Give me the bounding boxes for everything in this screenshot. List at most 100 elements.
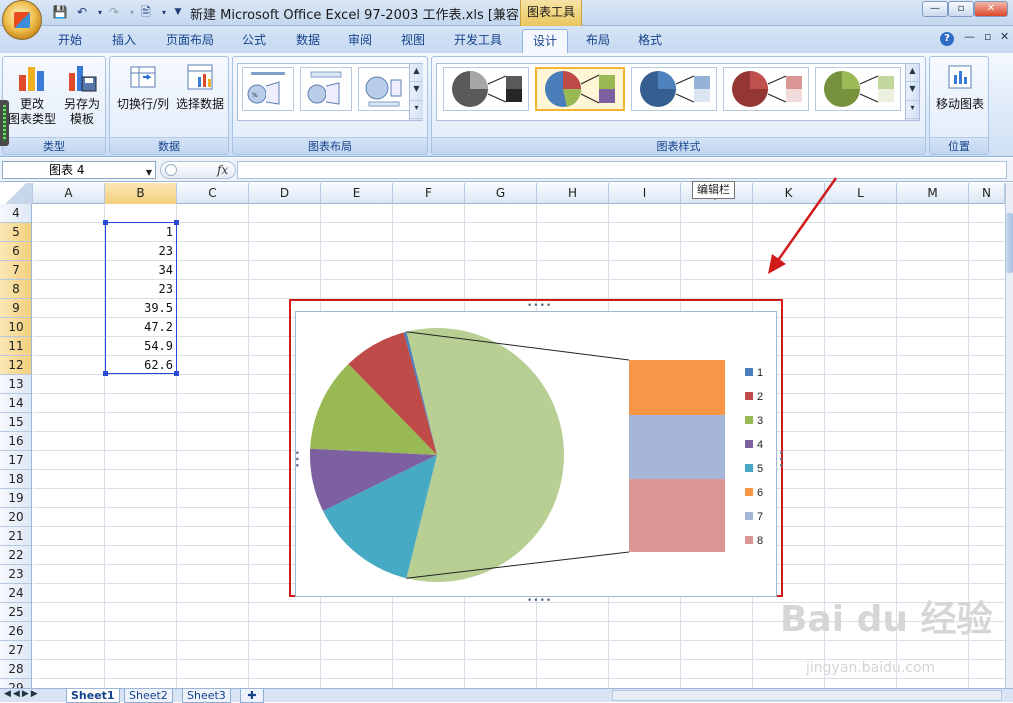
- chart-resize-handle-top[interactable]: ••••: [527, 301, 552, 311]
- chart-style-gallery-scroll[interactable]: ▲ ▼ ▾: [905, 64, 919, 120]
- row-header[interactable]: 26: [0, 622, 31, 641]
- row-header[interactable]: 10: [0, 318, 31, 337]
- row-header[interactable]: 7: [0, 261, 31, 280]
- row-header[interactable]: 29: [0, 679, 31, 688]
- save-as-template-button[interactable]: 另存为 模板: [57, 59, 107, 127]
- chart-resize-handle-bottom[interactable]: ••••: [527, 596, 552, 606]
- row-header[interactable]: 6: [0, 242, 31, 261]
- switch-row-column-button[interactable]: 切换行/列: [112, 59, 174, 112]
- tab-developer[interactable]: 开发工具: [446, 31, 510, 51]
- column-header[interactable]: N: [969, 183, 1005, 204]
- gallery-more-icon[interactable]: ▾: [410, 101, 423, 120]
- tab-layout[interactable]: 布局: [578, 31, 618, 51]
- column-header[interactable]: G: [465, 183, 537, 204]
- bar-segment-7[interactable]: [629, 415, 725, 480]
- tab-format[interactable]: 格式: [630, 31, 670, 51]
- tab-design[interactable]: 设计: [522, 29, 568, 53]
- sheet-tab[interactable]: Sheet1: [66, 689, 120, 703]
- chart-style-5[interactable]: [815, 67, 901, 111]
- name-box[interactable]: 图表 4 ▼: [2, 161, 156, 179]
- close-button[interactable]: ✕: [974, 1, 1008, 17]
- ribbon-close-icon[interactable]: ✕: [1000, 30, 1009, 43]
- name-box-dropdown-icon[interactable]: ▼: [146, 165, 152, 181]
- row-header[interactable]: 16: [0, 432, 31, 451]
- column-header[interactable]: H: [537, 183, 609, 204]
- chart-resize-handle-left[interactable]: •••: [291, 450, 301, 469]
- row-header[interactable]: 12: [0, 356, 31, 375]
- move-chart-button[interactable]: 移动图表: [932, 59, 988, 112]
- column-header[interactable]: E: [321, 183, 393, 204]
- style-scroll-up-icon[interactable]: ▲: [906, 64, 919, 83]
- column-header[interactable]: D: [249, 183, 321, 204]
- row-header[interactable]: 21: [0, 527, 31, 546]
- row-header[interactable]: 22: [0, 546, 31, 565]
- tab-data[interactable]: 数据: [288, 31, 328, 51]
- select-data-button[interactable]: 选择数据: [172, 59, 228, 112]
- chart-resize-handle-right[interactable]: •••: [775, 450, 785, 469]
- row-header[interactable]: 8: [0, 280, 31, 299]
- insert-sheet-icon[interactable]: ✚: [240, 689, 264, 703]
- formula-input[interactable]: [237, 161, 1007, 179]
- row-header[interactable]: 28: [0, 660, 31, 679]
- column-header[interactable]: C: [177, 183, 249, 204]
- restore-button[interactable]: ▫: [948, 1, 974, 17]
- select-all-button[interactable]: [0, 183, 33, 204]
- insert-function-button[interactable]: fx: [217, 163, 228, 177]
- row-header[interactable]: 14: [0, 394, 31, 413]
- gallery-scroll-down-icon[interactable]: ▼: [410, 82, 423, 101]
- chart-style-1[interactable]: [443, 67, 529, 111]
- row-header[interactable]: 11: [0, 337, 31, 356]
- row-header[interactable]: 15: [0, 413, 31, 432]
- column-header[interactable]: A: [33, 183, 105, 204]
- row-header[interactable]: 9: [0, 299, 31, 318]
- undo-icon[interactable]: ↶: [74, 5, 90, 20]
- row-header[interactable]: 4: [0, 204, 31, 223]
- chart-layout-1[interactable]: %: [242, 67, 294, 111]
- print-preview-icon[interactable]: 🖹: [138, 5, 154, 20]
- customize-quick-access-icon[interactable]: ▼: [170, 5, 186, 20]
- chart-layout-2[interactable]: [300, 67, 352, 111]
- redo-icon[interactable]: ↷: [106, 5, 122, 20]
- row-header[interactable]: 24: [0, 584, 31, 603]
- style-scroll-down-icon[interactable]: ▼: [906, 82, 919, 101]
- range-handle[interactable]: [174, 371, 179, 376]
- tab-review[interactable]: 审阅: [340, 31, 380, 51]
- chart-layout-gallery-scroll[interactable]: ▲ ▼ ▾: [409, 64, 423, 120]
- range-handle[interactable]: [103, 220, 108, 225]
- range-handle[interactable]: [103, 371, 108, 376]
- row-header[interactable]: 17: [0, 451, 31, 470]
- bar-segment-6[interactable]: [629, 360, 725, 416]
- row-header[interactable]: 20: [0, 508, 31, 527]
- row-header[interactable]: 25: [0, 603, 31, 622]
- tab-home[interactable]: 开始: [50, 31, 90, 51]
- sheet-tab[interactable]: Sheet2: [124, 689, 173, 703]
- sheet-nav-arrows-icon[interactable]: ◀◀▶▶: [4, 689, 40, 699]
- tab-view[interactable]: 视图: [393, 31, 433, 51]
- chart-layout-3[interactable]: [358, 67, 410, 111]
- vertical-scroll-thumb[interactable]: [1006, 213, 1013, 273]
- vertical-scrollbar[interactable]: [1005, 183, 1013, 688]
- pie-of-bar-chart[interactable]: 1 2 3 4 5 6 7 8: [295, 311, 777, 597]
- ribbon-minimize-icon[interactable]: —: [964, 30, 975, 43]
- column-header[interactable]: F: [393, 183, 465, 204]
- row-header[interactable]: 23: [0, 565, 31, 584]
- office-button[interactable]: [2, 0, 42, 40]
- gallery-scroll-up-icon[interactable]: ▲: [410, 64, 423, 83]
- column-header[interactable]: I: [609, 183, 681, 204]
- sheet-tab[interactable]: Sheet3: [182, 689, 231, 703]
- range-handle[interactable]: [174, 220, 179, 225]
- tab-page-layout[interactable]: 页面布局: [160, 31, 220, 51]
- column-header[interactable]: B: [105, 183, 177, 204]
- style-more-icon[interactable]: ▾: [906, 101, 919, 120]
- chart-style-3[interactable]: [631, 67, 717, 111]
- minimize-button[interactable]: —: [922, 1, 948, 17]
- horizontal-scrollbar[interactable]: [612, 690, 1002, 701]
- chart-style-2[interactable]: [535, 67, 625, 111]
- row-header[interactable]: 27: [0, 641, 31, 660]
- save-icon[interactable]: 💾: [52, 5, 68, 20]
- tab-formulas[interactable]: 公式: [234, 31, 274, 51]
- row-header[interactable]: 5: [0, 223, 31, 242]
- ribbon-restore-icon[interactable]: ▫: [984, 30, 991, 43]
- column-header[interactable]: M: [897, 183, 969, 204]
- row-header[interactable]: 13: [0, 375, 31, 394]
